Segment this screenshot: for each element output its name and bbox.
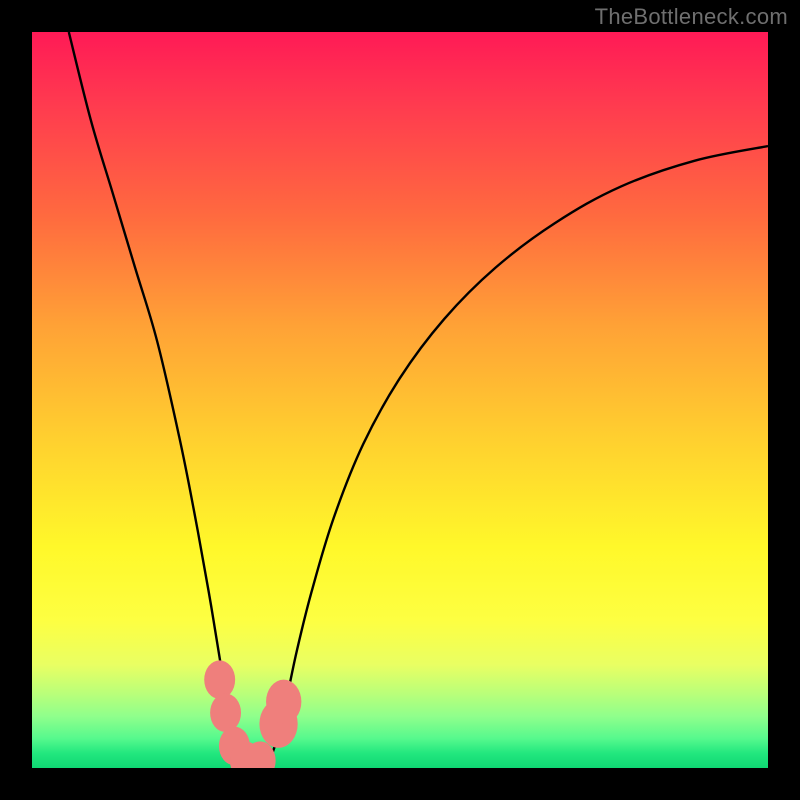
chart-frame: TheBottleneck.com	[0, 0, 800, 800]
watermark-text: TheBottleneck.com	[595, 4, 788, 30]
data-marker	[210, 693, 241, 732]
plot-svg	[32, 32, 768, 768]
data-marker	[204, 660, 235, 699]
plot-area	[32, 32, 768, 768]
data-marker	[266, 680, 301, 724]
bottleneck-curve	[69, 32, 768, 765]
data-markers	[204, 660, 301, 768]
